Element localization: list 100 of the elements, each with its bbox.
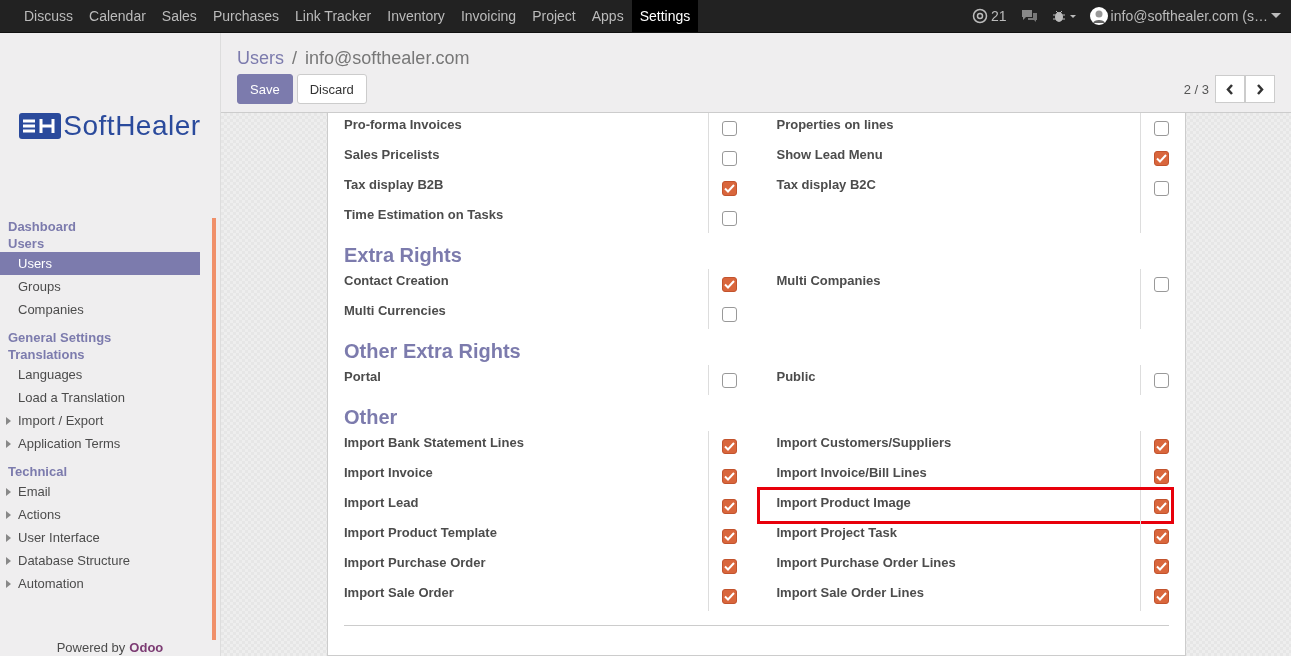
powered-by-text: Powered by bbox=[56, 640, 126, 656]
checkbox[interactable] bbox=[1154, 528, 1169, 544]
app-menu-item[interactable]: Apps bbox=[583, 0, 632, 32]
chat-icon[interactable] bbox=[1020, 9, 1038, 23]
checkbox[interactable] bbox=[721, 438, 737, 454]
checkmark-icon bbox=[1156, 531, 1167, 541]
app-menu-item[interactable]: Inventory bbox=[379, 0, 453, 32]
checkbox[interactable] bbox=[721, 150, 737, 166]
checkmark-icon bbox=[1156, 471, 1167, 481]
field-label: Import Project Task bbox=[776, 521, 1141, 551]
field-label: Properties on lines bbox=[776, 113, 1141, 143]
menu-item[interactable]: Languages bbox=[0, 363, 200, 386]
discard-button[interactable]: Discard bbox=[296, 74, 367, 104]
menu-item[interactable]: Users bbox=[0, 252, 200, 275]
checkmark-icon bbox=[1156, 441, 1167, 451]
menu-item[interactable]: Email bbox=[0, 480, 200, 503]
expand-caret-icon bbox=[6, 440, 11, 448]
field-label: Portal bbox=[344, 365, 709, 395]
checkbox[interactable] bbox=[1154, 498, 1169, 514]
checkbox[interactable] bbox=[721, 498, 737, 514]
checkbox[interactable] bbox=[1154, 438, 1169, 454]
checkmark-icon bbox=[723, 441, 735, 451]
app-menu-item[interactable]: Sales bbox=[153, 0, 205, 32]
field-label: Import Bank Statement Lines bbox=[344, 431, 709, 461]
checkbox[interactable] bbox=[1154, 558, 1169, 574]
checkbox[interactable] bbox=[721, 306, 737, 322]
menu-item[interactable]: Database Structure bbox=[0, 549, 200, 572]
menu-item[interactable]: Automation bbox=[0, 572, 200, 595]
menu-item[interactable]: Groups bbox=[0, 275, 200, 298]
checkbox[interactable] bbox=[721, 528, 737, 544]
bug-icon[interactable] bbox=[1051, 9, 1076, 23]
field-label: Import Product Template bbox=[344, 521, 709, 551]
expand-caret-icon bbox=[6, 534, 11, 542]
checkbox[interactable] bbox=[721, 210, 737, 226]
expand-caret-icon bbox=[6, 511, 11, 519]
field-label: Import Purchase Order Lines bbox=[776, 551, 1141, 581]
checkmark-icon bbox=[723, 279, 735, 289]
field-label: Import Sale Order Lines bbox=[776, 581, 1141, 611]
checkbox[interactable] bbox=[1154, 276, 1169, 292]
field-label: Public bbox=[776, 365, 1141, 395]
checkmark-icon bbox=[723, 531, 735, 541]
save-button[interactable]: Save bbox=[237, 74, 293, 104]
checkmark-icon bbox=[1156, 561, 1167, 571]
app-menu-item[interactable]: Purchases bbox=[204, 0, 288, 32]
expand-caret-icon bbox=[6, 580, 11, 588]
field-label: Multi Currencies bbox=[344, 299, 709, 329]
brand-link[interactable]: Odoo bbox=[129, 640, 164, 656]
checkbox[interactable] bbox=[1154, 180, 1169, 196]
expand-caret-icon bbox=[6, 557, 11, 565]
logo-mark-icon bbox=[19, 112, 62, 139]
field-label: Time Estimation on Tasks bbox=[344, 203, 709, 233]
field-label: Import Customers/Suppliers bbox=[776, 431, 1141, 461]
checkbox[interactable] bbox=[721, 276, 737, 292]
field-label: Import Product Image bbox=[776, 491, 1141, 521]
app-menu-item[interactable]: Link Tracker bbox=[287, 0, 380, 32]
app-menu-item[interactable]: Discuss bbox=[16, 0, 81, 32]
menu-item[interactable]: User Interface bbox=[0, 526, 200, 549]
menu-item[interactable]: Actions bbox=[0, 503, 200, 526]
logo-text: SoftHealer bbox=[63, 109, 201, 142]
checkmark-icon bbox=[723, 591, 735, 601]
field-label: Sales Pricelists bbox=[344, 143, 709, 173]
avatar-icon bbox=[1089, 7, 1108, 25]
checkmark-icon bbox=[1156, 591, 1167, 601]
checkbox[interactable] bbox=[1154, 150, 1169, 166]
app-menu-item[interactable]: Settings bbox=[631, 0, 699, 32]
checkbox[interactable] bbox=[721, 468, 737, 484]
checkmark-icon bbox=[723, 501, 735, 511]
field-label: Import Invoice bbox=[344, 461, 709, 491]
field-label: Tax display B2B bbox=[344, 173, 709, 203]
checkbox[interactable] bbox=[721, 558, 737, 574]
menu-item[interactable]: Load a Translation bbox=[0, 386, 200, 409]
field-label: Multi Companies bbox=[776, 269, 1141, 299]
app-menu-item[interactable]: Calendar bbox=[81, 0, 154, 32]
breadcrumb-current: info@softhealer.com bbox=[305, 47, 470, 69]
checkbox[interactable] bbox=[1154, 588, 1169, 604]
user-menu[interactable]: info@softhealer.com (s… bbox=[1089, 7, 1281, 25]
menu-item[interactable]: Companies bbox=[0, 298, 200, 321]
checkbox[interactable] bbox=[721, 120, 737, 136]
menu-item[interactable]: Import / Export bbox=[0, 409, 200, 432]
checkbox[interactable] bbox=[1154, 120, 1169, 136]
menu-item[interactable]: Application Terms bbox=[0, 432, 200, 455]
next-button[interactable] bbox=[1245, 75, 1275, 103]
checkbox[interactable] bbox=[1154, 372, 1169, 388]
checkbox[interactable] bbox=[721, 180, 737, 196]
checkbox[interactable] bbox=[1154, 468, 1169, 484]
app-menu-item[interactable]: Project bbox=[524, 0, 584, 32]
field-label: Show Lead Menu bbox=[776, 143, 1141, 173]
breadcrumb-separator: / bbox=[292, 47, 298, 69]
chevron-right-icon bbox=[1256, 83, 1264, 95]
checkmark-icon bbox=[723, 561, 735, 571]
expand-caret-icon bbox=[6, 488, 11, 496]
previous-button[interactable] bbox=[1215, 75, 1245, 103]
section-title: Extra Rights bbox=[344, 243, 463, 268]
mentions-counter[interactable]: 21 bbox=[972, 8, 1007, 24]
checkbox[interactable] bbox=[721, 372, 737, 388]
field-label: Tax display B2C bbox=[776, 173, 1141, 203]
checkmark-icon bbox=[1156, 153, 1167, 163]
app-menu-item[interactable]: Invoicing bbox=[452, 0, 525, 32]
section-title: Other bbox=[344, 405, 399, 430]
checkbox[interactable] bbox=[721, 588, 737, 604]
